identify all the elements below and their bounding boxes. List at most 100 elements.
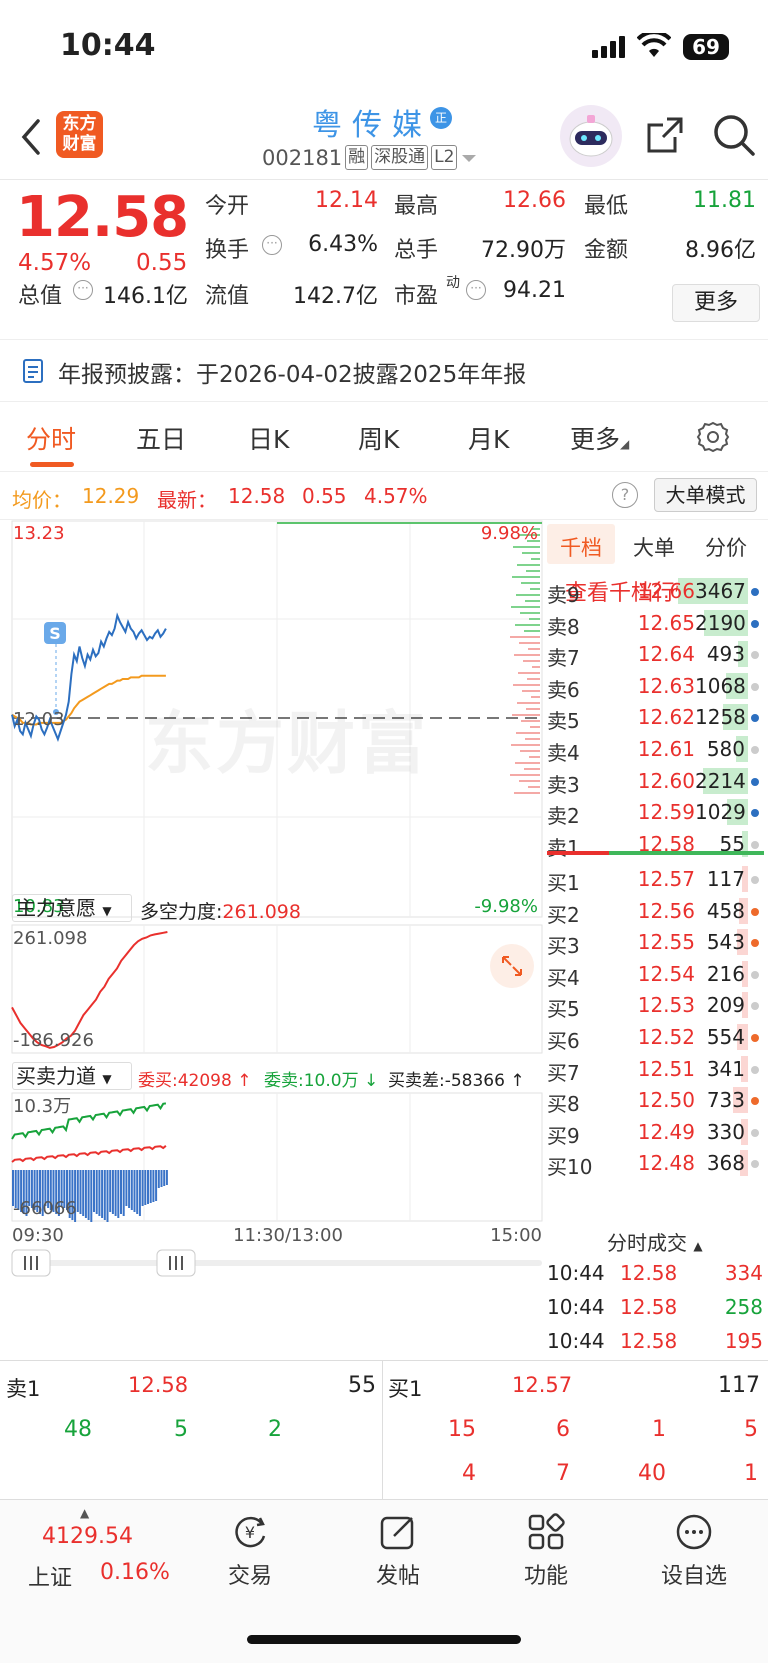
bid-row[interactable]: 买6 12.52 554	[545, 1022, 768, 1053]
indicator2-bar	[106, 1170, 109, 1222]
bid-row[interactable]: 买2 12.56 458	[545, 896, 768, 927]
bottom-nav: ▲ 4129.54 上证 0.16% ¥ 交易 发帖 功能 设自选	[0, 1500, 768, 1663]
book-tab-price[interactable]: 分价	[705, 532, 747, 562]
cellular-signal-icon	[592, 36, 625, 58]
level-price: 12.63	[637, 673, 695, 698]
order-dot	[751, 1097, 759, 1106]
indicator1-selector[interactable]: 主力意愿 ▼	[12, 894, 132, 922]
nav-post[interactable]: 发帖	[348, 1512, 448, 1590]
index-name: 上证	[28, 1566, 73, 1591]
volume-profile-bar	[523, 660, 540, 662]
indicator2-bar	[101, 1170, 104, 1218]
search-icon[interactable]	[712, 113, 756, 157]
trade-price: 12.58	[620, 1329, 678, 1353]
latest-label: 最新：	[157, 488, 217, 512]
level-label: 卖9	[547, 583, 580, 607]
sell-queue-item: 48	[64, 1417, 92, 1442]
index-ticker[interactable]: ▲ 4129.54 上证 0.16%	[12, 1500, 170, 1620]
x-label-close: 15:00	[490, 1225, 542, 1246]
volume-profile-bar	[513, 546, 540, 548]
level-volume: 3467	[695, 579, 746, 603]
buy-queue-item: 1	[652, 1417, 666, 1442]
back-icon[interactable]	[20, 117, 42, 157]
volume-profile-bar	[518, 672, 540, 674]
tag-level2: L2	[431, 145, 458, 170]
tab-weekly-k[interactable]: 周K	[358, 420, 399, 456]
quote-panel: 12.58 4.57% 0.55 今开 12.14 最高 12.66 最低 11…	[0, 180, 768, 340]
bid-row[interactable]: 买5 12.53 209	[545, 990, 768, 1021]
stock-code-row[interactable]: 002181 融 深股通 L2	[262, 145, 478, 170]
clock: 10:44	[60, 28, 156, 63]
tab-more[interactable]: 更多◢	[570, 420, 629, 456]
ask-row[interactable]: 卖7 12.64 493	[545, 639, 768, 670]
indicator2-bar	[109, 1170, 112, 1212]
tag-connect: 深股通	[371, 145, 429, 170]
volume-label: 总手	[394, 238, 439, 263]
level-label: 卖5	[547, 709, 580, 734]
volume-profile-bar	[526, 570, 540, 572]
intraday-chart[interactable]: S 13.23 9.98% 12.03 10.83 -9.98% 261.098…	[0, 520, 545, 1320]
turnover-label: 换手	[205, 238, 250, 263]
indicator2-sell-line	[11, 1145, 167, 1163]
bid-row[interactable]: 买10 12.48 368	[545, 1148, 768, 1179]
buy-queue-item: 5	[744, 1417, 758, 1442]
bid-row[interactable]: 买3 12.55 543	[545, 927, 768, 958]
indicator2-bar	[141, 1170, 144, 1206]
assistant-avatar[interactable]	[560, 105, 622, 167]
volume-profile-bars	[510, 528, 540, 794]
tab-intraday[interactable]: 分时	[26, 420, 76, 456]
level-price: 12.57	[637, 867, 695, 891]
bid-row[interactable]: 买7 12.51 341	[545, 1054, 768, 1085]
sell-queue-item: 2	[268, 1417, 282, 1442]
ask-row[interactable]: 卖8 12.65 2190	[545, 608, 768, 639]
ask-row[interactable]: 卖4 12.61 580	[545, 734, 768, 765]
book-tab-large[interactable]: 大单	[633, 532, 675, 562]
indicator2-bar	[128, 1170, 131, 1208]
bid-row[interactable]: 买4 12.54 216	[545, 959, 768, 990]
bid-row[interactable]: 买8 12.50 733	[545, 1085, 768, 1116]
info-icon[interactable]: ···	[73, 280, 93, 300]
trades-header[interactable]: 分时成交 ▲	[607, 1227, 703, 1256]
apps-icon	[528, 1513, 565, 1550]
level-volume: 330	[706, 1119, 745, 1144]
trade-volume: 334	[724, 1261, 763, 1285]
notice-bar[interactable]: 年报预披露：于2026-04-02披露2025年年报	[0, 340, 768, 402]
pe-value: 94.21	[503, 278, 566, 303]
ask-row[interactable]: 卖1 12.58 55	[545, 829, 768, 860]
ask-row[interactable]: 卖9 12.66 3467	[545, 576, 768, 607]
volume-profile-bar	[515, 762, 540, 764]
level-price: 12.60	[637, 768, 695, 793]
bid-row[interactable]: 买1 12.57 117	[545, 864, 768, 895]
book-tab-depth[interactable]: 千档	[560, 532, 602, 562]
help-icon[interactable]: ?	[612, 482, 638, 508]
dropdown-icon[interactable]	[460, 152, 478, 164]
dropdown-icon: ▼	[102, 1072, 112, 1086]
tab-daily-k[interactable]: 日K	[248, 420, 289, 456]
tab-5day[interactable]: 五日	[136, 420, 186, 456]
order-dot	[751, 876, 759, 884]
nav-trade[interactable]: ¥ 交易	[200, 1512, 300, 1590]
ask-row[interactable]: 卖3 12.60 2214	[545, 766, 768, 797]
settings-icon[interactable]	[696, 420, 730, 454]
nav-add-watchlist[interactable]: 设自选	[644, 1512, 744, 1590]
ask-row[interactable]: 卖2 12.59 1029	[545, 797, 768, 828]
level-volume: 341	[706, 1056, 745, 1081]
info-icon[interactable]: ···	[466, 280, 486, 300]
share-icon[interactable]	[645, 115, 685, 155]
buy-queue-item: 1	[744, 1461, 758, 1486]
nav-functions[interactable]: 功能	[496, 1512, 596, 1590]
level-label: 买6	[547, 1029, 580, 1053]
volume-profile-bar	[532, 666, 540, 668]
ask-row[interactable]: 卖6 12.63 1068	[545, 671, 768, 702]
ask-row[interactable]: 卖5 12.62 1258	[545, 702, 768, 733]
order-dot	[751, 714, 759, 723]
more-button[interactable]: 更多	[672, 284, 760, 322]
amount-label: 金额	[584, 238, 629, 263]
big-order-mode-button[interactable]: 大单模式	[654, 478, 757, 512]
tab-monthly-k[interactable]: 月K	[468, 420, 509, 456]
indicator2-bar	[147, 1170, 149, 1204]
change-percent: 4.57%	[18, 250, 92, 276]
indicator2-selector[interactable]: 买卖力道 ▼	[12, 1062, 132, 1090]
app-logo[interactable]: 东方 财富	[56, 111, 103, 158]
bid-row[interactable]: 买9 12.49 330	[545, 1117, 768, 1148]
